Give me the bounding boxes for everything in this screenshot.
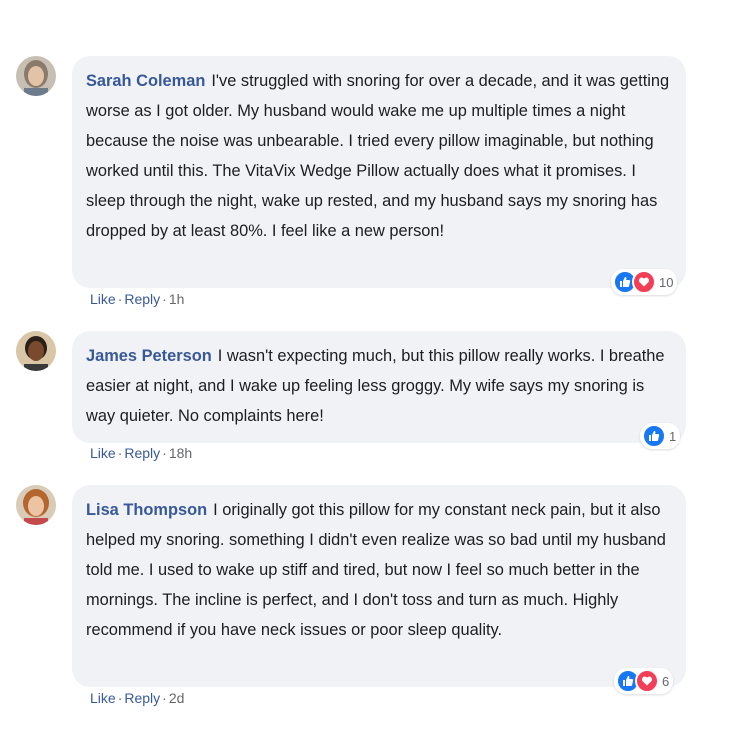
comment-timestamp[interactable]: 18h — [169, 445, 192, 461]
comment-author[interactable]: Lisa Thompson — [86, 501, 207, 519]
comment-bubble: James Peterson I wasn't expecting much, b… — [72, 331, 686, 443]
reply-link[interactable]: Reply — [124, 291, 160, 307]
like-link[interactable]: Like — [90, 690, 116, 706]
reaction-summary[interactable]: 6 — [614, 668, 674, 694]
comment-actions: Like · Reply · 1h — [90, 291, 185, 307]
like-link[interactable]: Like — [90, 445, 116, 461]
comment-actions: Like · Reply · 18h — [90, 445, 193, 461]
comment-timestamp[interactable]: 2d — [169, 690, 185, 706]
comment-text: I've struggled with snoring for over a d… — [86, 72, 670, 240]
comment-bubble: Lisa Thompson I originally got this pillo… — [72, 485, 686, 687]
reaction-summary[interactable]: 10 — [611, 269, 678, 295]
reaction-count: 1 — [669, 428, 677, 444]
like-icon — [642, 424, 666, 448]
comment-timestamp[interactable]: 1h — [169, 291, 185, 307]
comment-bubble: Sarah Coleman I've struggled with snoring… — [72, 56, 686, 288]
comment-author[interactable]: Sarah Coleman — [86, 72, 205, 90]
reaction-count: 10 — [659, 274, 674, 290]
avatar[interactable] — [16, 485, 56, 525]
comment-actions: Like · Reply · 2d — [90, 690, 185, 706]
reaction-summary[interactable]: 1 — [640, 423, 681, 449]
avatar[interactable] — [16, 56, 56, 96]
like-link[interactable]: Like — [90, 291, 116, 307]
reaction-count: 6 — [662, 673, 670, 689]
reply-link[interactable]: Reply — [124, 690, 160, 706]
comment-text: I originally got this pillow for my cons… — [86, 501, 666, 639]
love-icon — [632, 270, 656, 294]
comment-author[interactable]: James Peterson — [86, 347, 212, 365]
love-icon — [635, 669, 659, 693]
reply-link[interactable]: Reply — [124, 445, 160, 461]
avatar[interactable] — [16, 331, 56, 371]
